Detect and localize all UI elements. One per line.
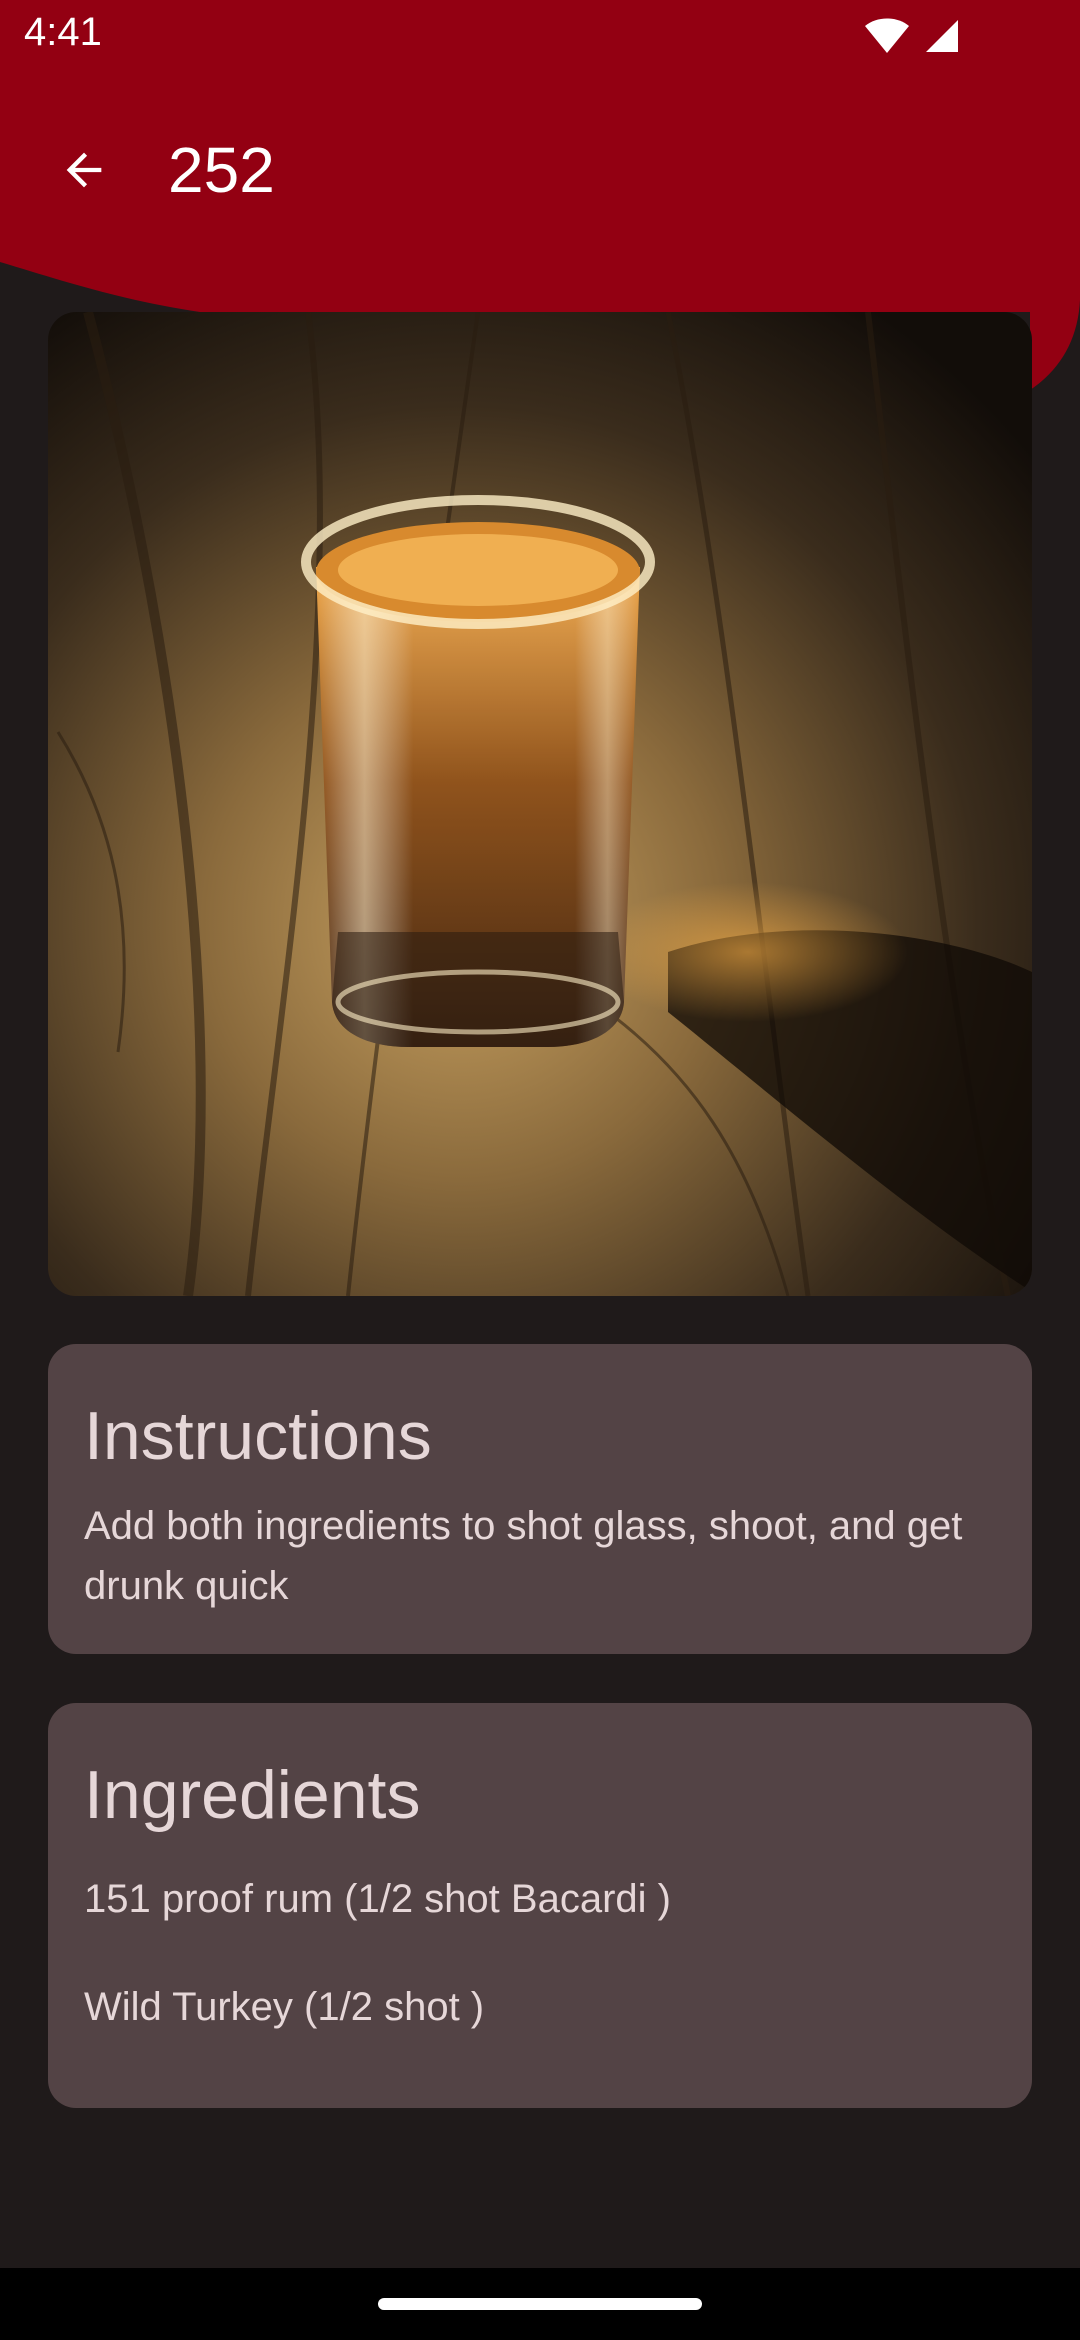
wifi-icon (865, 18, 909, 53)
status-icons (864, 16, 960, 56)
drink-image (48, 312, 1032, 1296)
status-time: 4:41 (24, 10, 102, 54)
instructions-title: Instructions (84, 1398, 432, 1474)
ingredient-item: 151 proof rum (1/2 shot Bacardi ) (84, 1877, 671, 1921)
instructions-card: Instructions Add both ingredients to sho… (48, 1344, 1032, 1654)
cellular-signal-icon (926, 20, 958, 52)
instructions-text: Add both ingredients to shot glass, shoo… (84, 1504, 963, 1608)
status-bar: 4:41 (0, 0, 1080, 72)
home-gesture-handle[interactable] (378, 2298, 702, 2310)
ingredient-list: 151 proof rum (1/2 shot Bacardi ) Wild T… (84, 1869, 996, 2085)
navigation-bar (0, 2268, 1080, 2340)
ingredients-title: Ingredients (84, 1757, 421, 1833)
ingredients-card: Ingredients 151 proof rum (1/2 shot Baca… (48, 1703, 1032, 2108)
arrow-back-icon (66, 152, 102, 188)
ingredient-item: Wild Turkey (1/2 shot ) (84, 1985, 485, 2029)
top-app-bar: 252 (0, 100, 1080, 240)
back-button[interactable] (36, 122, 132, 218)
page-title: 252 (168, 134, 275, 206)
